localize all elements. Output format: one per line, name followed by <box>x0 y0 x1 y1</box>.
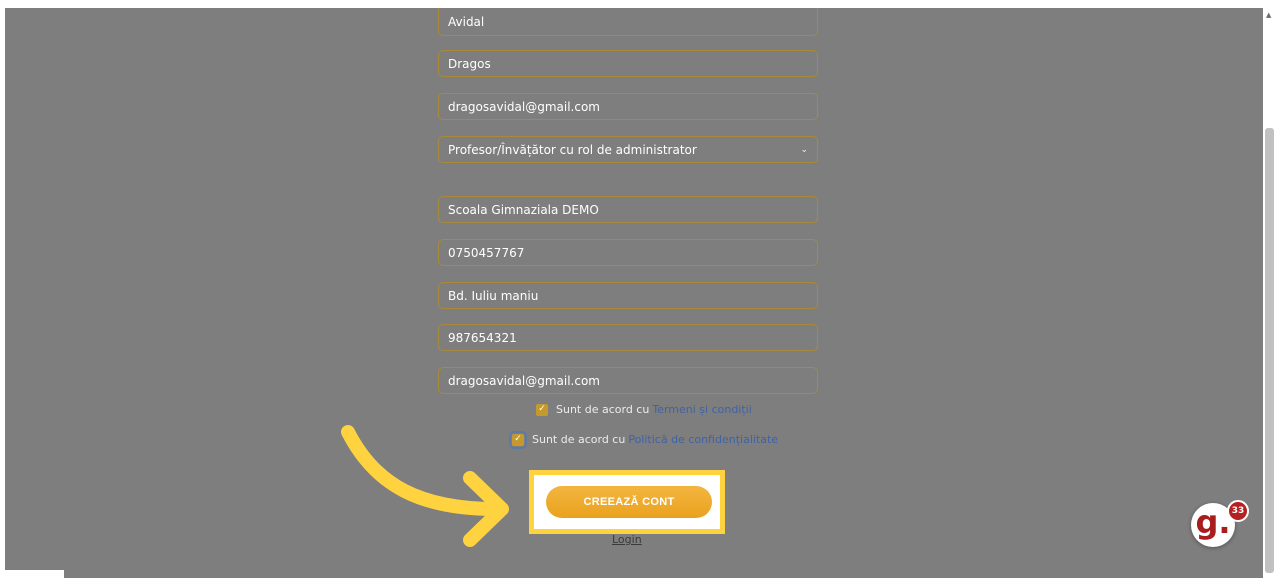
chat-logo-icon: g. <box>1195 503 1231 541</box>
scroll-up-icon[interactable]: ▲ <box>1266 11 1271 19</box>
scrollbar-thumb[interactable] <box>1265 128 1274 573</box>
curved-arrow-icon <box>341 425 509 547</box>
notification-badge: 33 <box>1227 500 1249 522</box>
